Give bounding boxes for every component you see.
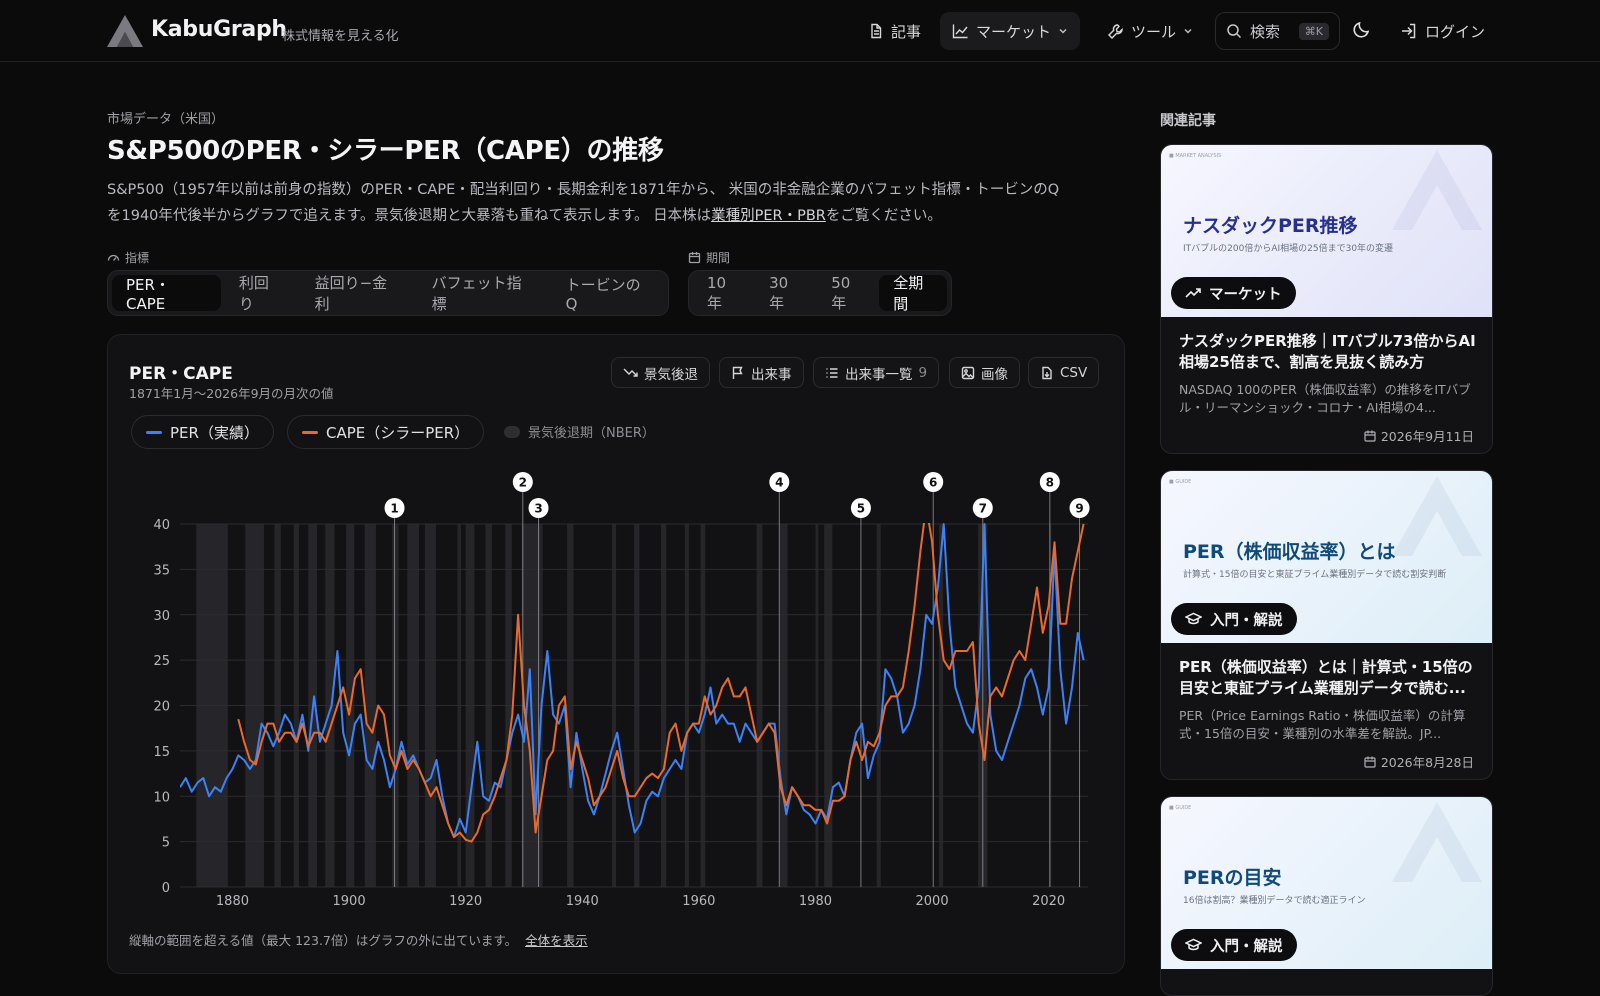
event-marker-label: 2	[519, 476, 527, 490]
related-articles-heading: 関連記事	[1160, 113, 1216, 129]
y-tick-label: 15	[153, 745, 170, 760]
article-excerpt: NASDAQ 100のPER（株価収益率）の推移をITバブル・リーマンショック・…	[1179, 382, 1471, 415]
article-title[interactable]: PER（株価収益率）とは｜計算式・15倍の目安と東証プライム業種別データで読む.…	[1179, 657, 1479, 699]
event-marker-label: 4	[775, 476, 783, 490]
article-date: 2026年9月11日	[1364, 426, 1474, 445]
article-excerpt: PER（Price Earnings Ratio・株価収益率）の計算式・15倍の…	[1179, 708, 1466, 741]
event-marker-label: 3	[534, 502, 542, 516]
footnote-text: 縦軸の範囲を超える値（最大 123.7倍）はグラフの外に出ています。	[129, 933, 518, 948]
category-badge[interactable]: 入門・解説	[1171, 603, 1297, 635]
article-thumbnail[interactable]: ■ MARKET ANALYSIS ナスダックPER推移 ITバブルの200倍からA…	[1161, 145, 1492, 317]
related-article-card[interactable]: ■ GUIDE PER（株価収益率）とは計算式・15倍の目安と東証プライム業種別デ…	[1160, 470, 1493, 780]
event-marker-label: 1	[390, 502, 398, 516]
y-tick-label: 35	[153, 563, 170, 578]
article-date: 2026年8月28日	[1364, 752, 1474, 771]
event-marker-label: 5	[857, 502, 865, 516]
y-tick-label: 5	[162, 836, 170, 851]
thumbnail-subtitle: 計算式・15倍の目安と東証プライム業種別データで読む割安判断	[1183, 570, 1447, 580]
event-marker-label: 8	[1046, 476, 1054, 490]
chart-footnote: 縦軸の範囲を超える値（最大 123.7倍）はグラフの外に出ています。 全体を表示	[129, 930, 588, 949]
x-tick-label: 1880	[216, 894, 249, 909]
calendar-icon	[1364, 756, 1376, 768]
category-badge-label: マーケット	[1209, 286, 1282, 303]
logo-watermark-icon	[1392, 802, 1482, 882]
category-badge[interactable]: 入門・解説	[1171, 929, 1297, 961]
related-article-card[interactable]: ■ MARKET ANALYSIS ナスダックPER推移 ITバブルの200倍からA…	[1160, 144, 1493, 454]
event-marker-label: 9	[1075, 502, 1083, 516]
y-tick-label: 40	[153, 518, 170, 533]
article-date-text: 2026年8月28日	[1380, 755, 1474, 770]
x-tick-label: 2020	[1032, 894, 1065, 909]
event-marker-label: 6	[929, 476, 937, 490]
y-tick-label: 20	[153, 700, 170, 715]
article-thumbnail[interactable]: ■ GUIDE PERの目安 16倍は割高？業種別データで読む適正ライン入門・解説	[1161, 797, 1492, 969]
article-date-text: 2026年9月11日	[1380, 429, 1474, 444]
x-tick-label: 1900	[333, 894, 366, 909]
thumbnail-subtitle: 16倍は割高？業種別データで読む適正ライン	[1183, 896, 1366, 906]
x-tick-label: 2000	[916, 894, 949, 909]
trending-up-icon	[1185, 288, 1201, 298]
y-tick-label: 10	[153, 790, 170, 805]
y-tick-label: 0	[162, 881, 170, 896]
category-badge-label: 入門・解説	[1210, 938, 1283, 955]
thumbnail-title: PER（株価収益率）とは	[1183, 541, 1396, 563]
y-tick-label: 25	[153, 654, 170, 669]
x-tick-label: 1920	[449, 894, 482, 909]
event-marker-label: 7	[979, 502, 987, 516]
x-tick-label: 1960	[682, 894, 715, 909]
thumbnail-category: ■ GUIDE	[1169, 479, 1192, 485]
article-title[interactable]: ナスダックPER推移｜ITバブル73倍からAI相場25倍まで、割高を見抜く読み方	[1179, 331, 1479, 373]
thumbnail-subtitle: ITバブルの200倍からAI相場の25倍まで30年の変遷	[1183, 244, 1394, 254]
show-all-link[interactable]: 全体を表示	[525, 933, 588, 948]
logo-watermark-icon	[1392, 476, 1482, 556]
category-badge-label: 入門・解説	[1210, 612, 1283, 629]
thumbnail-title: PERの目安	[1183, 867, 1282, 889]
y-tick-label: 30	[153, 609, 170, 624]
graduation-cap-icon	[1185, 938, 1202, 951]
x-tick-label: 1980	[799, 894, 832, 909]
calendar-icon	[1364, 430, 1376, 442]
related-article-card[interactable]: ■ GUIDE PERの目安 16倍は割高？業種別データで読む適正ライン入門・解説	[1160, 796, 1493, 996]
thumbnail-category: ■ GUIDE	[1169, 805, 1192, 811]
article-thumbnail[interactable]: ■ GUIDE PER（株価収益率）とは計算式・15倍の目安と東証プライム業種別デ…	[1161, 471, 1492, 643]
graduation-cap-icon	[1185, 612, 1202, 625]
x-tick-label: 1940	[566, 894, 599, 909]
thumbnail-title: ナスダックPER推移	[1183, 215, 1358, 237]
thumbnail-category: ■ MARKET ANALYSIS	[1169, 153, 1222, 159]
logo-watermark-icon	[1392, 150, 1482, 230]
category-badge[interactable]: マーケット	[1171, 277, 1296, 309]
